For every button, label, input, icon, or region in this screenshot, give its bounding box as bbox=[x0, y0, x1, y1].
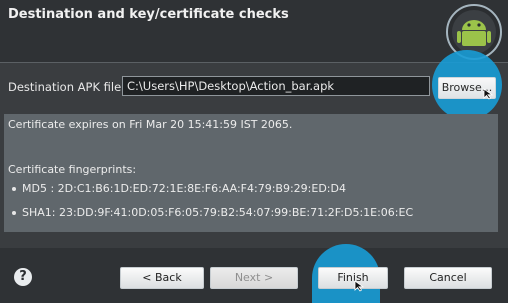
certificate-fingerprints-label: Certificate fingerprints: bbox=[8, 163, 137, 176]
help-icon[interactable]: ? bbox=[14, 268, 32, 286]
page-title: Destination and key/certificate checks bbox=[8, 7, 289, 22]
certificate-expiry-text: Certificate expires on Fri Mar 20 15:41:… bbox=[8, 118, 293, 131]
finish-button[interactable]: Finish bbox=[318, 267, 388, 289]
sha1-fingerprint-text: SHA1: 23:DD:9F:41:0D:05:F6:05:79:B2:54:0… bbox=[22, 206, 414, 219]
mouse-cursor-icon bbox=[354, 280, 365, 292]
bullet-icon bbox=[12, 187, 16, 191]
md5-fingerprint-text: MD5 : 2D:C1:B6:1D:ED:72:1E:8E:F6:AA:F4:7… bbox=[22, 182, 346, 195]
back-button[interactable]: < Back bbox=[120, 267, 204, 289]
destination-apk-label: Destination APK file: bbox=[8, 80, 126, 94]
mouse-cursor-icon bbox=[483, 88, 494, 100]
next-button[interactable]: Next > bbox=[210, 267, 298, 289]
header-divider bbox=[0, 62, 508, 63]
cancel-button[interactable]: Cancel bbox=[404, 267, 492, 289]
destination-apk-input[interactable]: C:\Users\HP\Desktop\Action_bar.apk bbox=[122, 76, 430, 96]
bullet-icon bbox=[12, 211, 16, 215]
